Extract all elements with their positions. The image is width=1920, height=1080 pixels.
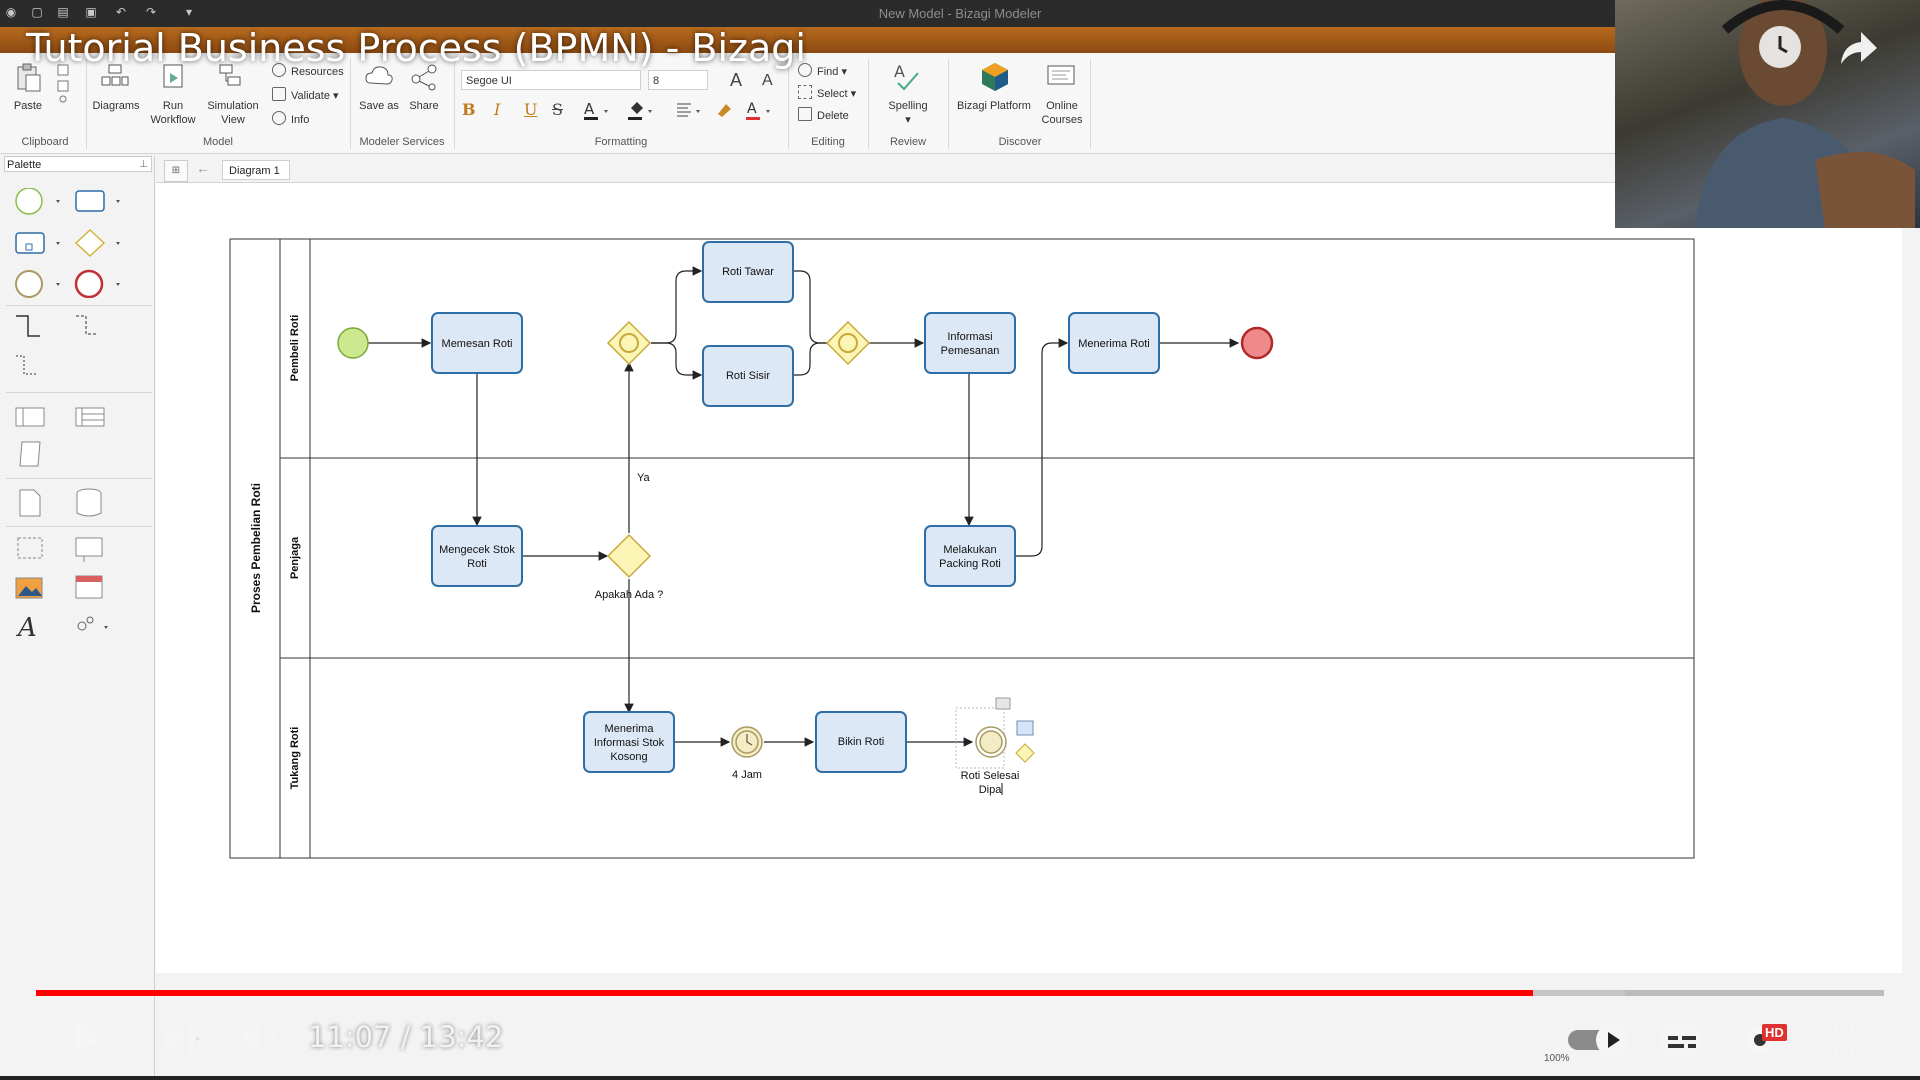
svg-text:Mengecek Stok: Mengecek Stok xyxy=(439,544,515,556)
task-menerima-informasi-stok-kosong[interactable]: Menerima Informasi Stok Kosong xyxy=(583,711,675,773)
end-event[interactable] xyxy=(1240,326,1274,360)
event-label-line1: Roti Selesai xyxy=(961,770,1020,782)
lane-label-penjaga: Penjaga xyxy=(289,536,301,579)
task-roti-sisir[interactable]: Roti Sisir xyxy=(702,345,794,407)
share-video-icon[interactable] xyxy=(1837,28,1879,73)
svg-text:Bikin Roti: Bikin Roti xyxy=(838,736,884,748)
task-roti-tawar[interactable]: Roti Tawar xyxy=(702,241,794,303)
hd-badge: HD xyxy=(1762,1024,1787,1041)
volume-icon[interactable] xyxy=(240,1020,280,1063)
watch-later-icon[interactable] xyxy=(1759,26,1801,68)
play-icon[interactable] xyxy=(70,1018,108,1063)
task-mengecek-stok-roti[interactable]: Mengecek Stok Roti xyxy=(431,525,523,587)
autoplay-toggle[interactable] xyxy=(1566,1022,1632,1063)
svg-text:Roti Sisir: Roti Sisir xyxy=(726,370,770,382)
svg-text:Memesan Roti: Memesan Roti xyxy=(442,338,513,350)
timer-label: 4 Jam xyxy=(732,769,762,781)
bottom-edge xyxy=(0,1076,1920,1080)
svg-text:Melakukan: Melakukan xyxy=(943,544,996,556)
svg-text:Kosong: Kosong xyxy=(610,751,647,763)
subtitles-icon[interactable] xyxy=(1660,1022,1704,1063)
progress-played xyxy=(36,990,1533,996)
svg-text:Menerima: Menerima xyxy=(605,723,655,735)
lane-label-tukang: Tukang Roti xyxy=(289,727,301,790)
pool-label: Proses Pembelian Roti xyxy=(249,483,263,613)
svg-text:Informasi: Informasi xyxy=(947,331,992,343)
flow-label-ya: Ya xyxy=(637,472,651,484)
exit-fullscreen-icon[interactable] xyxy=(1824,1020,1864,1065)
svg-text:Menerima Roti: Menerima Roti xyxy=(1078,338,1150,350)
event-label-line2: Dipa xyxy=(979,784,1003,796)
lane-label-pembeli: Pembeli Roti xyxy=(289,315,301,382)
next-icon[interactable] xyxy=(164,1022,200,1061)
task-memesan-roti[interactable]: Memesan Roti xyxy=(431,312,523,374)
chevron-down-icon[interactable] xyxy=(950,1026,970,1045)
time-display: 11:07 / 13:42 xyxy=(308,1020,504,1054)
start-event[interactable] xyxy=(337,327,369,359)
task-informasi-pemesanan[interactable]: Informasi Pemesanan xyxy=(924,312,1016,374)
task-menerima-roti[interactable]: Menerima Roti xyxy=(1068,312,1160,374)
svg-text:Pemesanan: Pemesanan xyxy=(941,345,1000,357)
svg-text:Packing Roti: Packing Roti xyxy=(939,558,1001,570)
zoom-level: 100% xyxy=(1544,1053,1570,1064)
task-bikin-roti[interactable]: Bikin Roti xyxy=(815,711,907,773)
webcam-overlay xyxy=(1615,0,1920,228)
task-melakukan-packing-roti[interactable]: Melakukan Packing Roti xyxy=(924,525,1016,587)
svg-text:Roti: Roti xyxy=(467,558,487,570)
svg-text:Roti Tawar: Roti Tawar xyxy=(722,266,774,278)
svg-text:Informasi Stok: Informasi Stok xyxy=(594,737,665,749)
gateway-label: Apakah Ada ? xyxy=(595,589,664,601)
